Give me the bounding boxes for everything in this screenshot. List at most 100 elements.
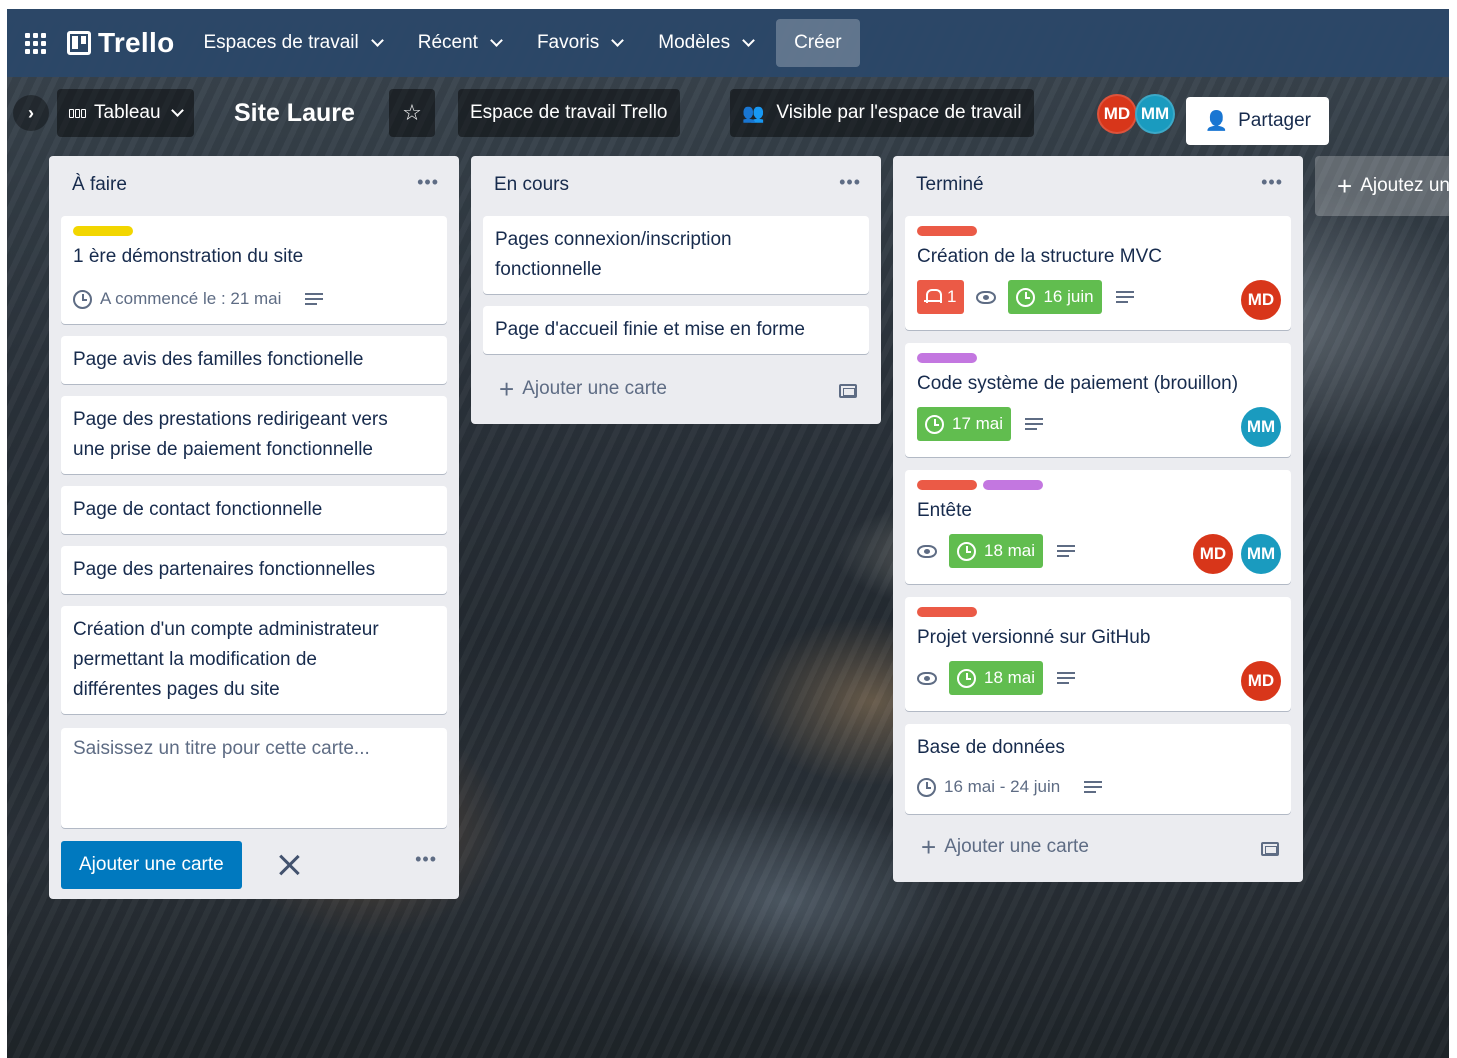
card-title: 1 ère démonstration du site (73, 246, 304, 267)
avatar[interactable]: MM (1241, 407, 1281, 447)
avatar[interactable]: MD (1241, 661, 1281, 701)
nav-templates[interactable]: Modèles (647, 19, 764, 67)
card[interactable]: 1 ère démonstration du site A commencé l… (61, 216, 447, 324)
card-label[interactable] (983, 480, 1043, 490)
nav-favorites[interactable]: Favoris (526, 19, 633, 67)
card-title: Page de contact fonctionnelle (73, 499, 323, 520)
card-badges: A commencé le : 21 mai (73, 282, 324, 316)
card-title: Page des partenaires fonctionnelles (73, 559, 376, 580)
card-label[interactable] (917, 607, 977, 617)
app-switcher-button[interactable] (17, 25, 53, 61)
nav-workspaces[interactable]: Espaces de travail (193, 19, 393, 67)
workspace-button[interactable]: Espace de travail Trello (458, 89, 680, 137)
star-board-button[interactable]: ☆ (389, 89, 435, 137)
list-menu-button[interactable]: ••• (839, 172, 861, 193)
close-icon[interactable] (277, 852, 301, 876)
card-label[interactable] (917, 480, 977, 490)
card[interactable]: Code système de paiement (brouillon) 17 … (905, 343, 1291, 457)
composer-options-button[interactable]: ••• (415, 849, 437, 870)
chevron-down-icon (611, 34, 625, 47)
nav-label: Favoris (536, 32, 600, 53)
card[interactable]: Entête 18 mai MD MM (905, 470, 1291, 584)
card[interactable]: Pages connexion/inscription fonctionnell… (483, 216, 869, 294)
view-switcher-button[interactable]: Tableau (57, 89, 194, 137)
avatar[interactable]: MM (1241, 534, 1281, 574)
start-date: A commencé le : 21 mai (100, 289, 282, 308)
template-icon[interactable] (839, 384, 857, 398)
top-header: Trello Espaces de travail Récent Favoris… (7, 9, 1449, 77)
card-title-line: Création d'un compte administrateur (73, 619, 379, 640)
due-date: 16 juin (1043, 287, 1094, 306)
trello-board-window: Trello Espaces de travail Récent Favoris… (7, 9, 1449, 1058)
plus-icon: + (499, 374, 515, 404)
clock-icon (1016, 287, 1036, 307)
card[interactable]: Page des partenaires fonctionnelles (61, 546, 447, 594)
add-card-button[interactable]: Ajouter une carte (61, 841, 242, 889)
description-icon (1084, 781, 1103, 793)
chevron-right-icon: › (28, 102, 34, 123)
card-title-line: Pages connexion/inscription (495, 229, 732, 250)
nav-label: Modèles (658, 32, 731, 53)
card[interactable]: Base de données 16 mai - 24 juin (905, 724, 1291, 814)
card[interactable]: Création de la structure MVC 1 16 juin M… (905, 216, 1291, 330)
nav-label: Récent (417, 32, 478, 53)
list-title[interactable]: En cours (494, 174, 569, 196)
eye-icon (976, 290, 997, 304)
card-title-input[interactable] (61, 728, 447, 828)
share-button[interactable]: 👤 Partager (1186, 97, 1329, 145)
list-title[interactable]: À faire (72, 174, 127, 196)
add-card-label: Ajouter une carte (522, 378, 667, 399)
new-card-composer[interactable] (61, 728, 447, 828)
notification-badge[interactable]: 1 (917, 280, 965, 314)
add-card-link[interactable]: + Ajouter une carte (921, 834, 1089, 860)
card-label[interactable] (917, 353, 977, 363)
trello-logo-icon (67, 31, 91, 55)
description-icon (1057, 545, 1076, 557)
description-icon (1057, 672, 1076, 684)
nav-recent[interactable]: Récent (407, 19, 512, 67)
description-icon (305, 293, 324, 305)
card[interactable]: Page des prestations redirigeant vers un… (61, 396, 447, 474)
card[interactable]: Création d'un compte administrateur perm… (61, 606, 447, 714)
list-title[interactable]: Terminé (916, 174, 984, 196)
card-title-line: Page des prestations redirigeant vers (73, 409, 388, 430)
card[interactable]: Page d'accueil finie et mise en forme (483, 306, 869, 354)
due-date-badge[interactable]: 17 mai (917, 407, 1012, 441)
trello-logo[interactable]: Trello (67, 27, 175, 59)
card-title: Entête (917, 500, 972, 521)
list-menu-button[interactable]: ••• (417, 172, 439, 193)
sidebar-expand-button[interactable]: › (13, 95, 49, 131)
card[interactable]: Page avis des familles fonctionelle (61, 336, 447, 384)
visibility-button[interactable]: 👥 Visible par l'espace de travail (730, 89, 1034, 137)
bell-icon (924, 289, 942, 305)
avatar[interactable]: MD (1193, 534, 1233, 574)
board-view-icon (69, 108, 86, 118)
card-label[interactable] (917, 226, 977, 236)
avatar[interactable]: MD (1241, 280, 1281, 320)
avatar[interactable]: MM (1135, 94, 1175, 134)
card-title-line: différentes pages du site (73, 679, 280, 700)
due-date-badge[interactable]: 18 mai (949, 534, 1044, 568)
due-date-badge[interactable]: 18 mai (949, 661, 1044, 695)
template-icon[interactable] (1261, 842, 1279, 856)
plus-icon: + (1337, 171, 1353, 201)
share-label: Partager (1238, 110, 1311, 131)
due-date-badge[interactable]: 16 juin (1008, 280, 1102, 314)
chevron-down-icon (170, 104, 184, 117)
add-list-button[interactable]: + Ajoutez une autre liste (1315, 156, 1449, 216)
card[interactable]: Projet versionné sur GitHub 18 mai MD (905, 597, 1291, 711)
card-badges: 1 16 juin (917, 280, 1134, 314)
create-button[interactable]: Créer (776, 19, 860, 67)
date-range: 16 mai - 24 juin (944, 777, 1061, 796)
list-a-faire: À faire ••• 1 ère démonstration du site … (49, 156, 459, 899)
board-title[interactable]: Site Laure (234, 89, 355, 137)
list-menu-button[interactable]: ••• (1261, 172, 1283, 193)
star-icon: ☆ (402, 100, 422, 125)
add-card-link[interactable]: + Ajouter une carte (499, 374, 667, 404)
card[interactable]: Page de contact fonctionnelle (61, 486, 447, 534)
clock-icon (925, 414, 944, 434)
avatar[interactable]: MD (1097, 94, 1137, 134)
card-title: Code système de paiement (brouillon) (917, 373, 1239, 394)
card-label[interactable] (73, 226, 133, 236)
eye-icon (917, 544, 937, 558)
